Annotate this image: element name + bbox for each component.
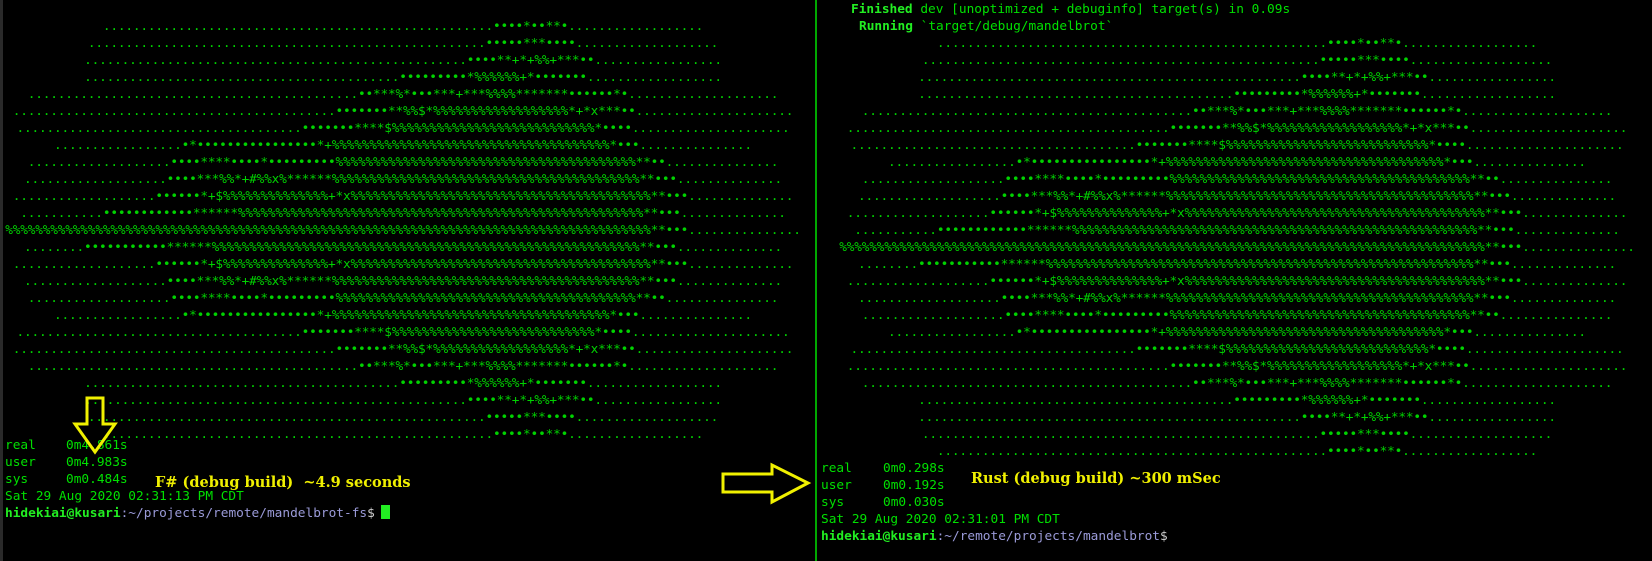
fractal-row: ........................................… xyxy=(936,444,1538,459)
fractal-row: .................•*••••••••••••••••*+%%%… xyxy=(888,325,1586,340)
cargo-running-line: Running `target/debug/mandelbrot` xyxy=(859,18,1113,35)
fractal-row: ...................••••***%%*+#%%x%*****… xyxy=(858,189,1616,204)
date-line: Sat 29 Aug 2020 02:31:01 PM CDT xyxy=(821,512,1060,527)
fractal-row: ...................••••***%%*+#%%x%*****… xyxy=(24,274,782,289)
fractal-row: %%%%%%%%%%%%%%%%%%%%%%%%%%%%%%%%%%%%%%%%… xyxy=(839,240,1635,255)
cargo-finished-text: dev [unoptimized + debuginfo] target(s) … xyxy=(912,2,1291,17)
fractal-row: ...........••••••••••••******%%%%%%%%%%%… xyxy=(854,223,1620,238)
time-real-row: real 0m0.298s xyxy=(821,460,945,477)
rust-timing-annotation: Rust (debug build) ~300 mSec xyxy=(971,470,1221,487)
time-sys-value: 0m0.030s xyxy=(883,495,945,510)
fractal-row: ........................................… xyxy=(84,53,722,68)
fractal-row: ........................................… xyxy=(84,376,722,391)
fractal-row: ...................••••••*+$%%%%%%%%%%%%… xyxy=(12,189,794,204)
fractal-row: ........................................… xyxy=(84,393,722,408)
time-sys-row: sys 0m0.030s xyxy=(821,494,945,511)
fractal-row: ...................••••••*+$%%%%%%%%%%%%… xyxy=(12,257,794,272)
fractal-row: ........................................… xyxy=(861,376,1613,391)
time-sys-row: sys 0m0.484s xyxy=(5,471,128,488)
prompt-user-host: hidekiai@kusari xyxy=(821,529,937,544)
cargo-finished-line: Finished dev [unoptimized + debuginfo] t… xyxy=(851,1,1290,18)
prompt-symbol: $ xyxy=(367,506,375,521)
shell-prompt[interactable]: hidekiai@kusari:~/projects/remote/mandel… xyxy=(5,505,390,522)
prompt-path: :~/projects/remote/mandelbrot-fs xyxy=(120,506,368,521)
fractal-row: ......................................••… xyxy=(16,325,790,340)
time-sys-value: 0m0.484s xyxy=(66,472,128,487)
time-user-row: user 0m4.983s xyxy=(5,454,128,471)
fractal-row: ...................••••••*+$%%%%%%%%%%%%… xyxy=(846,206,1628,221)
time-user-label: user xyxy=(821,478,852,493)
fractal-row: ........................................… xyxy=(918,410,1556,425)
time-sys-label: sys xyxy=(821,495,845,510)
prompt-path: :~/remote/projects/mandelbrot xyxy=(936,529,1161,544)
fractal-row: ........................................… xyxy=(861,104,1613,119)
fractal-row: ...................••••••*+$%%%%%%%%%%%%… xyxy=(846,274,1628,289)
fsharp-timing-annotation: F# (debug build) ~4.9 seconds xyxy=(155,474,411,491)
terminal-cursor[interactable] xyxy=(380,505,390,519)
cargo-finished-keyword: Finished xyxy=(851,2,913,17)
time-real-value: 0m0.298s xyxy=(883,461,945,476)
fractal-row: ...................••••***%%*+#%%x%*****… xyxy=(858,291,1616,306)
fractal-row: ........................................… xyxy=(918,393,1556,408)
time-real-label: real xyxy=(5,438,36,453)
fractal-row: ........................................… xyxy=(27,87,779,102)
time-user-value: 0m0.192s xyxy=(883,478,945,493)
prompt-user-host: hidekiai@kusari xyxy=(5,506,121,521)
time-user-row: user 0m0.192s xyxy=(821,477,945,494)
fractal-row: .................•*••••••••••••••••*+%%%… xyxy=(54,308,752,323)
prompt-symbol: $ xyxy=(1160,529,1168,544)
fractal-row: ........................................… xyxy=(921,427,1553,442)
fractal-row: ........................................… xyxy=(936,36,1538,51)
fractal-row: ........................................… xyxy=(12,342,794,357)
fractal-row: .................•*••••••••••••••••*+%%%… xyxy=(54,138,752,153)
arrow-right-icon xyxy=(721,462,812,505)
shell-prompt[interactable]: hidekiai@kusari:~/remote/projects/mandel… xyxy=(821,528,1168,545)
fractal-row: ........................................… xyxy=(87,410,719,425)
fractal-row: ...........••••••••••••******%%%%%%%%%%%… xyxy=(20,206,786,221)
fractal-row: ......................................••… xyxy=(16,121,790,136)
fractal-row: ........................................… xyxy=(102,427,704,442)
terminal-pane-rust[interactable]: Finished dev [unoptimized + debuginfo] t… xyxy=(817,0,1652,561)
fractal-row: ......................................••… xyxy=(850,138,1624,153)
time-real-label: real xyxy=(821,461,852,476)
fractal-row: ...................••••***%%*+#%%x%*****… xyxy=(24,172,782,187)
time-user-label: user xyxy=(5,455,36,470)
fractal-row: ........................................… xyxy=(921,53,1553,68)
terminal-pane-fsharp[interactable]: ........................................… xyxy=(0,0,815,561)
fractal-row: .................•*••••••••••••••••*+%%%… xyxy=(888,155,1586,170)
fractal-row: ........................................… xyxy=(918,70,1556,85)
fractal-row: ........................................… xyxy=(87,36,719,51)
arrow-down-icon xyxy=(72,396,118,455)
fractal-row: ........................................… xyxy=(918,87,1556,102)
fractal-row: ........•••••••••••******%%%%%%%%%%%%%%%… xyxy=(858,257,1616,272)
fractal-row: ........................................… xyxy=(84,70,722,85)
fractal-row: ...................••••****••••*••••••••… xyxy=(27,155,779,170)
fractal-row: ........•••••••••••******%%%%%%%%%%%%%%%… xyxy=(24,240,782,255)
cargo-running-keyword: Running xyxy=(859,19,913,34)
fractal-row: ........................................… xyxy=(27,359,779,374)
time-real-row: real 0m4.861s xyxy=(5,437,128,454)
fractal-row: ...................••••****••••*••••••••… xyxy=(27,291,779,306)
fractal-row: ........................................… xyxy=(846,121,1628,136)
fractal-row: ......................................••… xyxy=(850,342,1624,357)
time-sys-label: sys xyxy=(5,472,29,487)
cargo-running-text: `target/debug/mandelbrot` xyxy=(912,19,1114,34)
fractal-row: %%%%%%%%%%%%%%%%%%%%%%%%%%%%%%%%%%%%%%%%… xyxy=(5,223,801,238)
fractal-row: ........................................… xyxy=(846,359,1628,374)
fractal-row: ........................................… xyxy=(12,104,794,119)
fractal-row: ........................................… xyxy=(102,19,704,34)
fractal-row: ...................••••****••••*••••••••… xyxy=(861,172,1613,187)
fractal-row: ...................••••****••••*••••••••… xyxy=(861,308,1613,323)
